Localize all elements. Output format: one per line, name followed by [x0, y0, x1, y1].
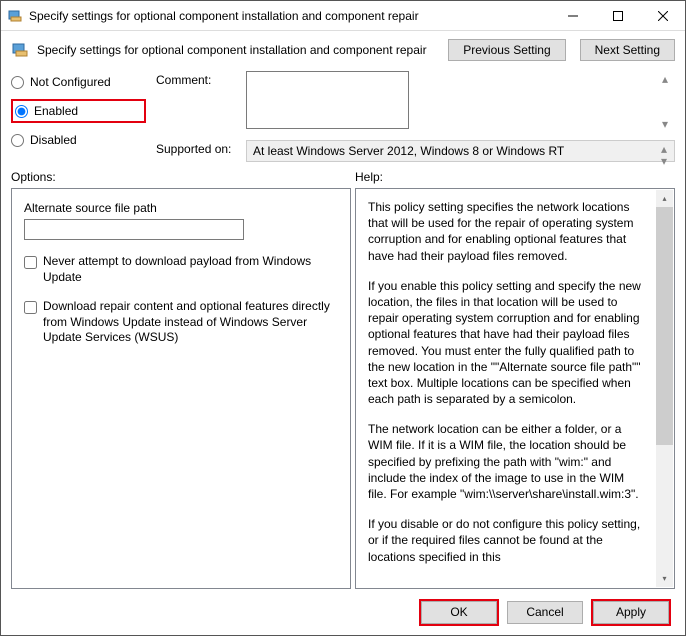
- previous-setting-button[interactable]: Previous Setting: [448, 39, 565, 61]
- checkbox-never-download-label: Never attempt to download payload from W…: [43, 254, 338, 285]
- help-label: Help:: [355, 170, 675, 188]
- close-button[interactable]: [640, 1, 685, 30]
- scroll-down-icon: ▾: [656, 155, 672, 167]
- alt-source-label: Alternate source file path: [24, 201, 338, 215]
- supported-on-text: At least Windows Server 2012, Windows 8 …: [253, 144, 564, 158]
- comment-scrollbar[interactable]: ▴ ▾: [657, 73, 673, 130]
- header-title: Specify settings for optional component …: [37, 43, 434, 57]
- titlebar: Specify settings for optional component …: [1, 1, 685, 31]
- window-title: Specify settings for optional component …: [29, 9, 550, 23]
- help-para: If you enable this policy setting and sp…: [368, 278, 644, 408]
- help-para: The network location can be either a fol…: [368, 421, 644, 502]
- minimize-button[interactable]: [550, 1, 595, 30]
- checkbox-download-wu-input[interactable]: [24, 301, 37, 314]
- panels-row: Options: Alternate source file path Neve…: [1, 162, 685, 589]
- radio-enabled[interactable]: Enabled: [15, 104, 78, 118]
- help-para: This policy setting specifies the networ…: [368, 199, 644, 264]
- checkbox-download-wu[interactable]: Download repair content and optional fea…: [24, 299, 338, 346]
- comment-label: Comment:: [156, 71, 238, 132]
- help-para: If you disable or do not configure this …: [368, 516, 644, 565]
- scroll-up-icon: ▴: [657, 73, 673, 85]
- window-buttons: [550, 1, 685, 30]
- checkbox-never-download[interactable]: Never attempt to download payload from W…: [24, 254, 338, 285]
- radio-enabled-highlight: Enabled: [11, 99, 146, 123]
- alt-source-input[interactable]: [24, 219, 244, 240]
- scroll-down-icon: ▾: [656, 570, 673, 587]
- supported-on-box: At least Windows Server 2012, Windows 8 …: [246, 140, 675, 162]
- radio-disabled[interactable]: Disabled: [11, 133, 146, 147]
- dialog-window: Specify settings for optional component …: [0, 0, 686, 636]
- options-label: Options:: [11, 170, 351, 188]
- supported-scrollbar: ▴ ▾: [656, 143, 672, 159]
- policy-icon: [7, 8, 23, 24]
- ok-highlight: OK: [419, 599, 499, 626]
- checkbox-never-download-input[interactable]: [24, 256, 37, 269]
- settings-row: Not Configured Enabled Disabled Comment:: [1, 65, 685, 162]
- radio-disabled-label: Disabled: [30, 133, 77, 147]
- apply-button[interactable]: Apply: [593, 601, 669, 624]
- help-panel: This policy setting specifies the networ…: [355, 188, 675, 589]
- comment-textarea[interactable]: [246, 71, 409, 129]
- scroll-track[interactable]: [656, 445, 673, 570]
- next-setting-button[interactable]: Next Setting: [580, 39, 675, 61]
- options-panel: Alternate source file path Never attempt…: [11, 188, 351, 589]
- dialog-footer: OK Cancel Apply: [1, 589, 685, 635]
- ok-button[interactable]: OK: [421, 601, 497, 624]
- radio-enabled-input[interactable]: [15, 105, 28, 118]
- supported-on-label: Supported on:: [156, 140, 238, 162]
- apply-highlight: Apply: [591, 599, 671, 626]
- maximize-button[interactable]: [595, 1, 640, 30]
- scroll-down-icon: ▾: [657, 118, 673, 130]
- help-text: This policy setting specifies the networ…: [368, 199, 662, 565]
- radio-disabled-input[interactable]: [11, 134, 24, 147]
- radio-not-configured-input[interactable]: [11, 76, 24, 89]
- scroll-thumb[interactable]: [656, 207, 673, 445]
- radio-not-configured-label: Not Configured: [30, 75, 111, 89]
- state-radios: Not Configured Enabled Disabled: [11, 71, 146, 162]
- radio-enabled-label: Enabled: [34, 104, 78, 118]
- checkbox-download-wu-label: Download repair content and optional fea…: [43, 299, 338, 346]
- scroll-up-icon: ▴: [656, 190, 673, 207]
- policy-icon: [11, 41, 29, 59]
- cancel-button[interactable]: Cancel: [507, 601, 583, 624]
- radio-not-configured[interactable]: Not Configured: [11, 75, 146, 89]
- help-scrollbar[interactable]: ▴ ▾: [656, 190, 673, 587]
- header-row: Specify settings for optional component …: [1, 31, 685, 65]
